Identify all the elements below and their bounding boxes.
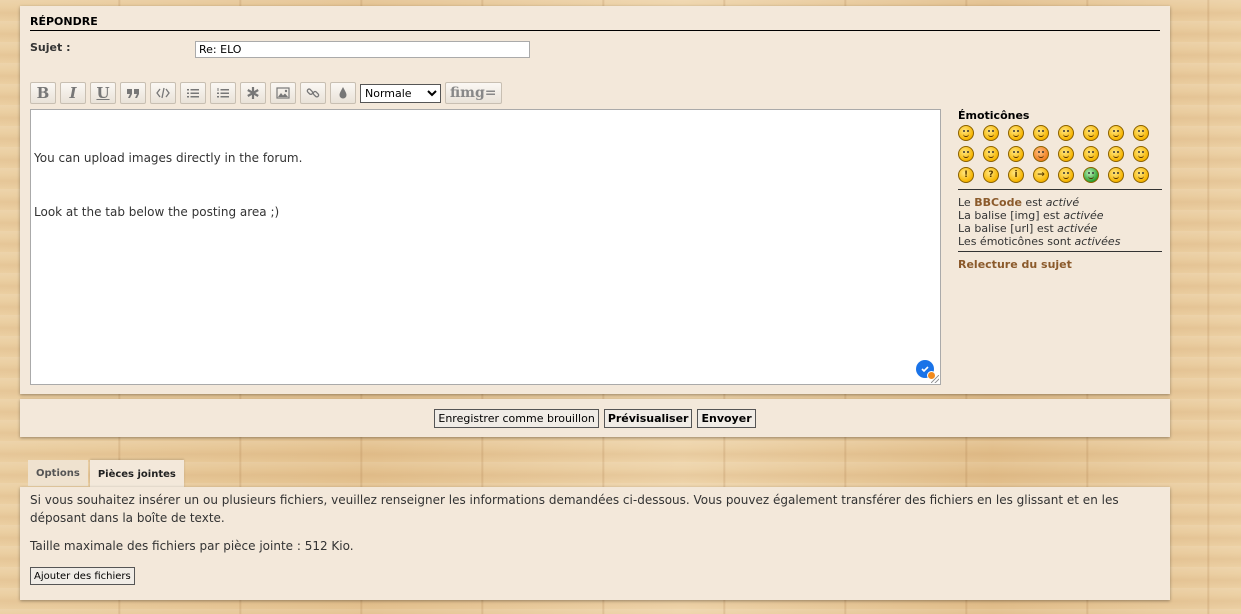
smilies-prefix: Les émoticônes sont	[958, 235, 1075, 248]
tab-options[interactable]: Options	[28, 460, 88, 486]
smiley-uber-geek-icon[interactable]	[1133, 167, 1149, 183]
idea-icon[interactable]: i	[1008, 167, 1024, 183]
asterisk-icon	[247, 87, 259, 99]
reply-panel: RÉPONDRE Sujet : B I U Norma	[20, 6, 1170, 394]
numbered-list-icon	[217, 88, 229, 98]
bbcode-toolbar: B I U Normale fimg=	[30, 82, 502, 104]
drop-icon	[339, 87, 347, 99]
url-state: activée	[1057, 222, 1098, 235]
bbcode-prefix: Le	[958, 196, 975, 209]
submit-button[interactable]: Envoyer	[697, 409, 756, 428]
smiley-sleepy-icon[interactable]	[1133, 146, 1149, 162]
question-icon[interactable]: ?	[983, 167, 999, 183]
bbcode-link[interactable]: BBCode	[974, 196, 1022, 209]
url-status: La balise [url] est activée	[958, 222, 1162, 235]
numbered-list-button[interactable]	[210, 82, 236, 104]
smilies-status: Les émoticônes sont activées	[958, 235, 1162, 248]
img-status: La balise [img] est activée	[958, 209, 1162, 222]
exclamation-icon[interactable]: !	[958, 167, 974, 183]
color-button[interactable]	[330, 82, 356, 104]
smiley-geek-icon[interactable]	[1108, 167, 1124, 183]
flash-image-button[interactable]: fimg=	[445, 82, 502, 104]
image-button[interactable]	[270, 82, 296, 104]
resize-handle[interactable]	[931, 375, 939, 383]
emoticons-grid: ! ? i →	[958, 125, 1162, 183]
subject-input[interactable]	[195, 41, 530, 58]
message-line: Look at the tab below the posting area ;…	[34, 205, 280, 219]
smiley-tongue-icon[interactable]	[1008, 146, 1024, 162]
arrow-icon[interactable]: →	[1033, 167, 1049, 183]
sidebar-divider	[958, 189, 1162, 190]
tab-attachments[interactable]: Pièces jointes	[89, 460, 184, 488]
list-icon	[187, 89, 199, 98]
subject-label: Sujet :	[30, 41, 71, 54]
list-item-button[interactable]	[240, 82, 266, 104]
attachments-max-size: Taille maximale des fichiers par pièce j…	[30, 539, 354, 553]
code-icon	[156, 87, 170, 99]
title-divider	[30, 30, 1160, 31]
editor-sidebar: Émoticônes ! ? i → Le BBCode est activé …	[958, 109, 1162, 271]
img-state: activée	[1063, 209, 1104, 222]
smiley-eyes-icon[interactable]	[1033, 125, 1049, 141]
smiley-mrgreen-icon[interactable]	[1083, 167, 1099, 183]
message-line: You can upload images directly in the fo…	[34, 151, 303, 165]
smiley-big-laugh-icon[interactable]	[958, 146, 974, 162]
attachments-panel: Si vous souhaitez insérer un ou plusieur…	[20, 487, 1170, 600]
img-prefix: La balise [img] est	[958, 209, 1064, 222]
link-button[interactable]	[300, 82, 326, 104]
panel-title: RÉPONDRE	[30, 15, 98, 28]
add-files-button[interactable]: Ajouter des fichiers	[30, 567, 135, 585]
list-button[interactable]	[180, 82, 206, 104]
smiley-shocked-icon[interactable]	[1083, 125, 1099, 141]
emoticons-title: Émoticônes	[958, 109, 1030, 122]
smiley-evil-icon[interactable]	[1083, 146, 1099, 162]
code-button[interactable]	[150, 82, 176, 104]
action-buttons: Enregistrer comme brouillon Prévisualise…	[20, 409, 1170, 428]
bbcode-mid: est	[1021, 196, 1046, 209]
smiley-neutral-icon[interactable]	[1058, 167, 1074, 183]
font-size-select[interactable]: Normale	[360, 83, 441, 103]
save-draft-button[interactable]: Enregistrer comme brouillon	[434, 409, 599, 428]
smiley-surprised-icon[interactable]	[1058, 125, 1074, 141]
image-icon	[276, 87, 290, 99]
preview-button[interactable]: Prévisualiser	[603, 409, 693, 428]
smiley-cool-icon[interactable]	[1133, 125, 1149, 141]
quote-icon	[127, 89, 139, 98]
smiley-grin-icon[interactable]	[983, 125, 999, 141]
url-prefix: La balise [url] est	[958, 222, 1058, 235]
smiley-twisted-icon[interactable]	[1108, 146, 1124, 162]
smiley-angry-icon[interactable]	[1033, 146, 1049, 162]
sidebar-divider	[958, 251, 1162, 252]
smiley-laugh-icon[interactable]	[958, 125, 974, 141]
underline-button[interactable]: U	[90, 82, 116, 104]
quote-button[interactable]	[120, 82, 146, 104]
attachments-description: Si vous souhaitez insérer un ou plusieur…	[30, 493, 1119, 525]
smilies-state: activées	[1074, 235, 1121, 248]
topic-review-link[interactable]: Relecture du sujet	[958, 258, 1162, 271]
options-tabs: Options Pièces jointes	[28, 460, 184, 488]
bbcode-status: Le BBCode est activé	[958, 196, 1162, 209]
smiley-rolleyes-icon[interactable]	[1058, 146, 1074, 162]
smiley-wink-icon[interactable]	[1008, 125, 1024, 141]
smiley-confused-icon[interactable]	[1108, 125, 1124, 141]
actions-panel: Enregistrer comme brouillon Prévisualise…	[20, 399, 1170, 437]
bold-button[interactable]: B	[30, 82, 56, 104]
italic-button[interactable]: I	[60, 82, 86, 104]
message-textarea[interactable]: You can upload images directly in the fo…	[30, 109, 941, 385]
smiley-squint-icon[interactable]	[983, 146, 999, 162]
link-icon	[306, 88, 320, 98]
bbcode-state: activé	[1045, 196, 1080, 209]
